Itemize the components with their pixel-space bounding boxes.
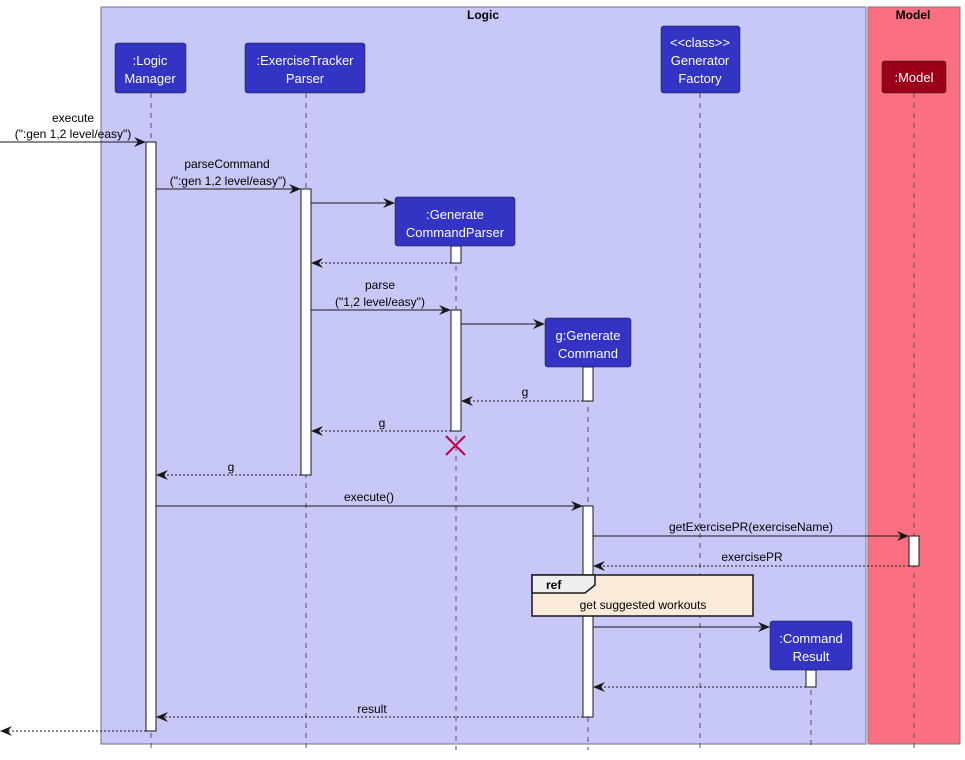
participant-model[interactable]: :Model	[881, 60, 947, 94]
participant-label: Command	[558, 346, 618, 361]
activation-generate-command-parser-create	[450, 245, 462, 264]
activation-generate-command-create	[582, 366, 594, 402]
message-label: g	[228, 460, 235, 474]
activation-model	[908, 535, 920, 567]
message-label: execute	[52, 111, 94, 125]
participant-label: :Logic	[133, 53, 168, 68]
participant-label: Result	[793, 649, 830, 664]
participant-generate-command-parser[interactable]: :Generate CommandParser	[394, 196, 516, 247]
message-label: result	[357, 702, 387, 716]
message-label: (":gen 1,2 level/easy")	[170, 174, 287, 188]
participant-stereotype: <<class>>	[670, 35, 730, 50]
ref-text: get suggested workouts	[580, 598, 707, 612]
message-label: ("1,2 level/easy")	[335, 295, 425, 309]
participant-logic-manager[interactable]: :Logic Manager	[114, 42, 187, 94]
ref-tag: ref	[546, 578, 562, 592]
participant-label: Generator	[671, 53, 730, 68]
participant-generate-command[interactable]: g:Generate Command	[544, 317, 632, 368]
activation-generate-command-parser-parse	[450, 309, 462, 432]
message-label: g	[379, 416, 386, 430]
participant-label: Manager	[124, 71, 176, 86]
message-label: exercisePR	[721, 550, 783, 564]
participant-label: :Model	[894, 70, 933, 85]
participant-command-result[interactable]: :Command Result	[769, 620, 853, 671]
message-label: getExercisePR(exerciseName)	[669, 520, 833, 534]
participant-label: :Command	[779, 631, 843, 646]
participant-label: :Generate	[426, 207, 484, 222]
message-label: g	[522, 385, 529, 399]
ref-frame[interactable]: ref get suggested workouts	[531, 574, 754, 617]
message-label: parse	[365, 278, 395, 292]
logic-box-title: Logic	[467, 8, 499, 22]
participant-exercise-tracker-parser[interactable]: :ExerciseTracker Parser	[244, 42, 366, 94]
participant-label: Parser	[286, 71, 325, 86]
sequence-diagram: Logic Model :Logic Manager :ExerciseTrac…	[0, 6, 961, 750]
participant-label: g:Generate	[555, 328, 620, 343]
participant-label: :ExerciseTracker	[256, 53, 354, 68]
participant-label: Factory	[678, 71, 722, 86]
participant-label: CommandParser	[406, 225, 505, 240]
ref-tab	[531, 574, 596, 594]
message-label: execute()	[344, 490, 394, 504]
message-label: (":gen 1,2 level/easy")	[15, 127, 132, 141]
message-label: parseCommand	[184, 157, 269, 171]
model-box-title: Model	[896, 8, 931, 22]
participant-generator-factory[interactable]: <<class>> Generator Factory	[660, 25, 741, 94]
logic-box: Logic	[100, 6, 867, 745]
activation-command-result	[805, 669, 817, 688]
activation-exercise-tracker-parser	[300, 188, 312, 476]
activation-logic-manager	[145, 141, 157, 732]
